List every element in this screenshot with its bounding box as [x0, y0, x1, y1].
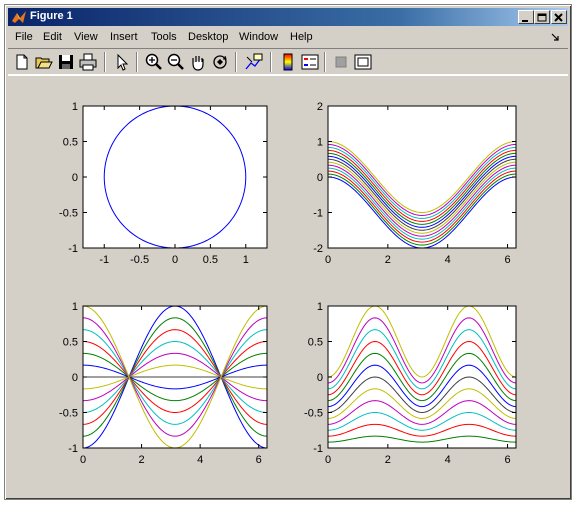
- x-tick-label: 2: [139, 454, 145, 466]
- x-tick-label: 2: [385, 454, 391, 466]
- axes-background: [83, 106, 267, 248]
- x-tick-label: -1: [99, 254, 109, 266]
- y-tick-label: 1: [317, 301, 323, 313]
- x-tick-label: 4: [197, 454, 203, 466]
- x-tick-label: 6: [256, 454, 262, 466]
- x-tick-label: -0.5: [130, 254, 149, 266]
- y-tick-label: -1: [68, 443, 78, 455]
- y-tick-label: 0: [317, 172, 323, 184]
- y-tick-label: 1: [317, 137, 323, 149]
- y-tick-label: -0.5: [59, 208, 78, 220]
- subplot-bottom-left[interactable]: 0 2 4 6 -1 -0.5 0 0.5 1: [59, 301, 268, 466]
- x-tick-label: 1: [243, 254, 249, 266]
- y-tick-label: -1: [313, 443, 323, 455]
- subplot-bottom-right[interactable]: 0 2 4 6 -1 -0.5 0 0.5 1: [304, 301, 517, 466]
- y-tick-label: 0.5: [63, 137, 78, 149]
- x-tick-label: 0.5: [203, 254, 218, 266]
- y-tick-label: -0.5: [304, 408, 323, 420]
- y-tick-label: -1: [313, 208, 323, 220]
- y-tick-label: 2: [317, 101, 323, 113]
- y-tick-label: 0: [317, 372, 323, 384]
- x-tick-label: 6: [504, 254, 510, 266]
- y-tick-label: -0.5: [59, 408, 78, 420]
- y-tick-label: 0: [72, 372, 78, 384]
- y-tick-label: -2: [313, 243, 323, 255]
- x-tick-label: 6: [504, 454, 510, 466]
- x-tick-label: 0: [325, 454, 331, 466]
- y-tick-label: 0: [72, 172, 78, 184]
- x-tick-label: 4: [445, 254, 451, 266]
- y-tick-label: 0.5: [308, 337, 323, 349]
- subplot-top-right[interactable]: 0 2 4 6 -2 -1 0 1 2: [313, 101, 517, 266]
- x-tick-label: 0: [172, 254, 178, 266]
- figure-canvas: -1 -0.5 0 0.5 1-1-0.500.51 0 2 4 6-2-1012 0 2 4 6-…: [59, 101, 517, 466]
- x-tick-label: 0: [325, 254, 331, 266]
- y-tick-label: 1: [72, 301, 78, 313]
- x-tick-label: 4: [445, 454, 451, 466]
- subplot-top-left[interactable]: -1 -0.5 0 0.5 1 -1 -0.5 0 0.5 1: [59, 101, 268, 266]
- y-tick-label: -1: [68, 243, 78, 255]
- y-tick-label: 1: [72, 101, 78, 113]
- x-tick-label: 2: [385, 254, 391, 266]
- y-tick-label: 0.5: [63, 337, 78, 349]
- x-tick-label: 0: [80, 454, 86, 466]
